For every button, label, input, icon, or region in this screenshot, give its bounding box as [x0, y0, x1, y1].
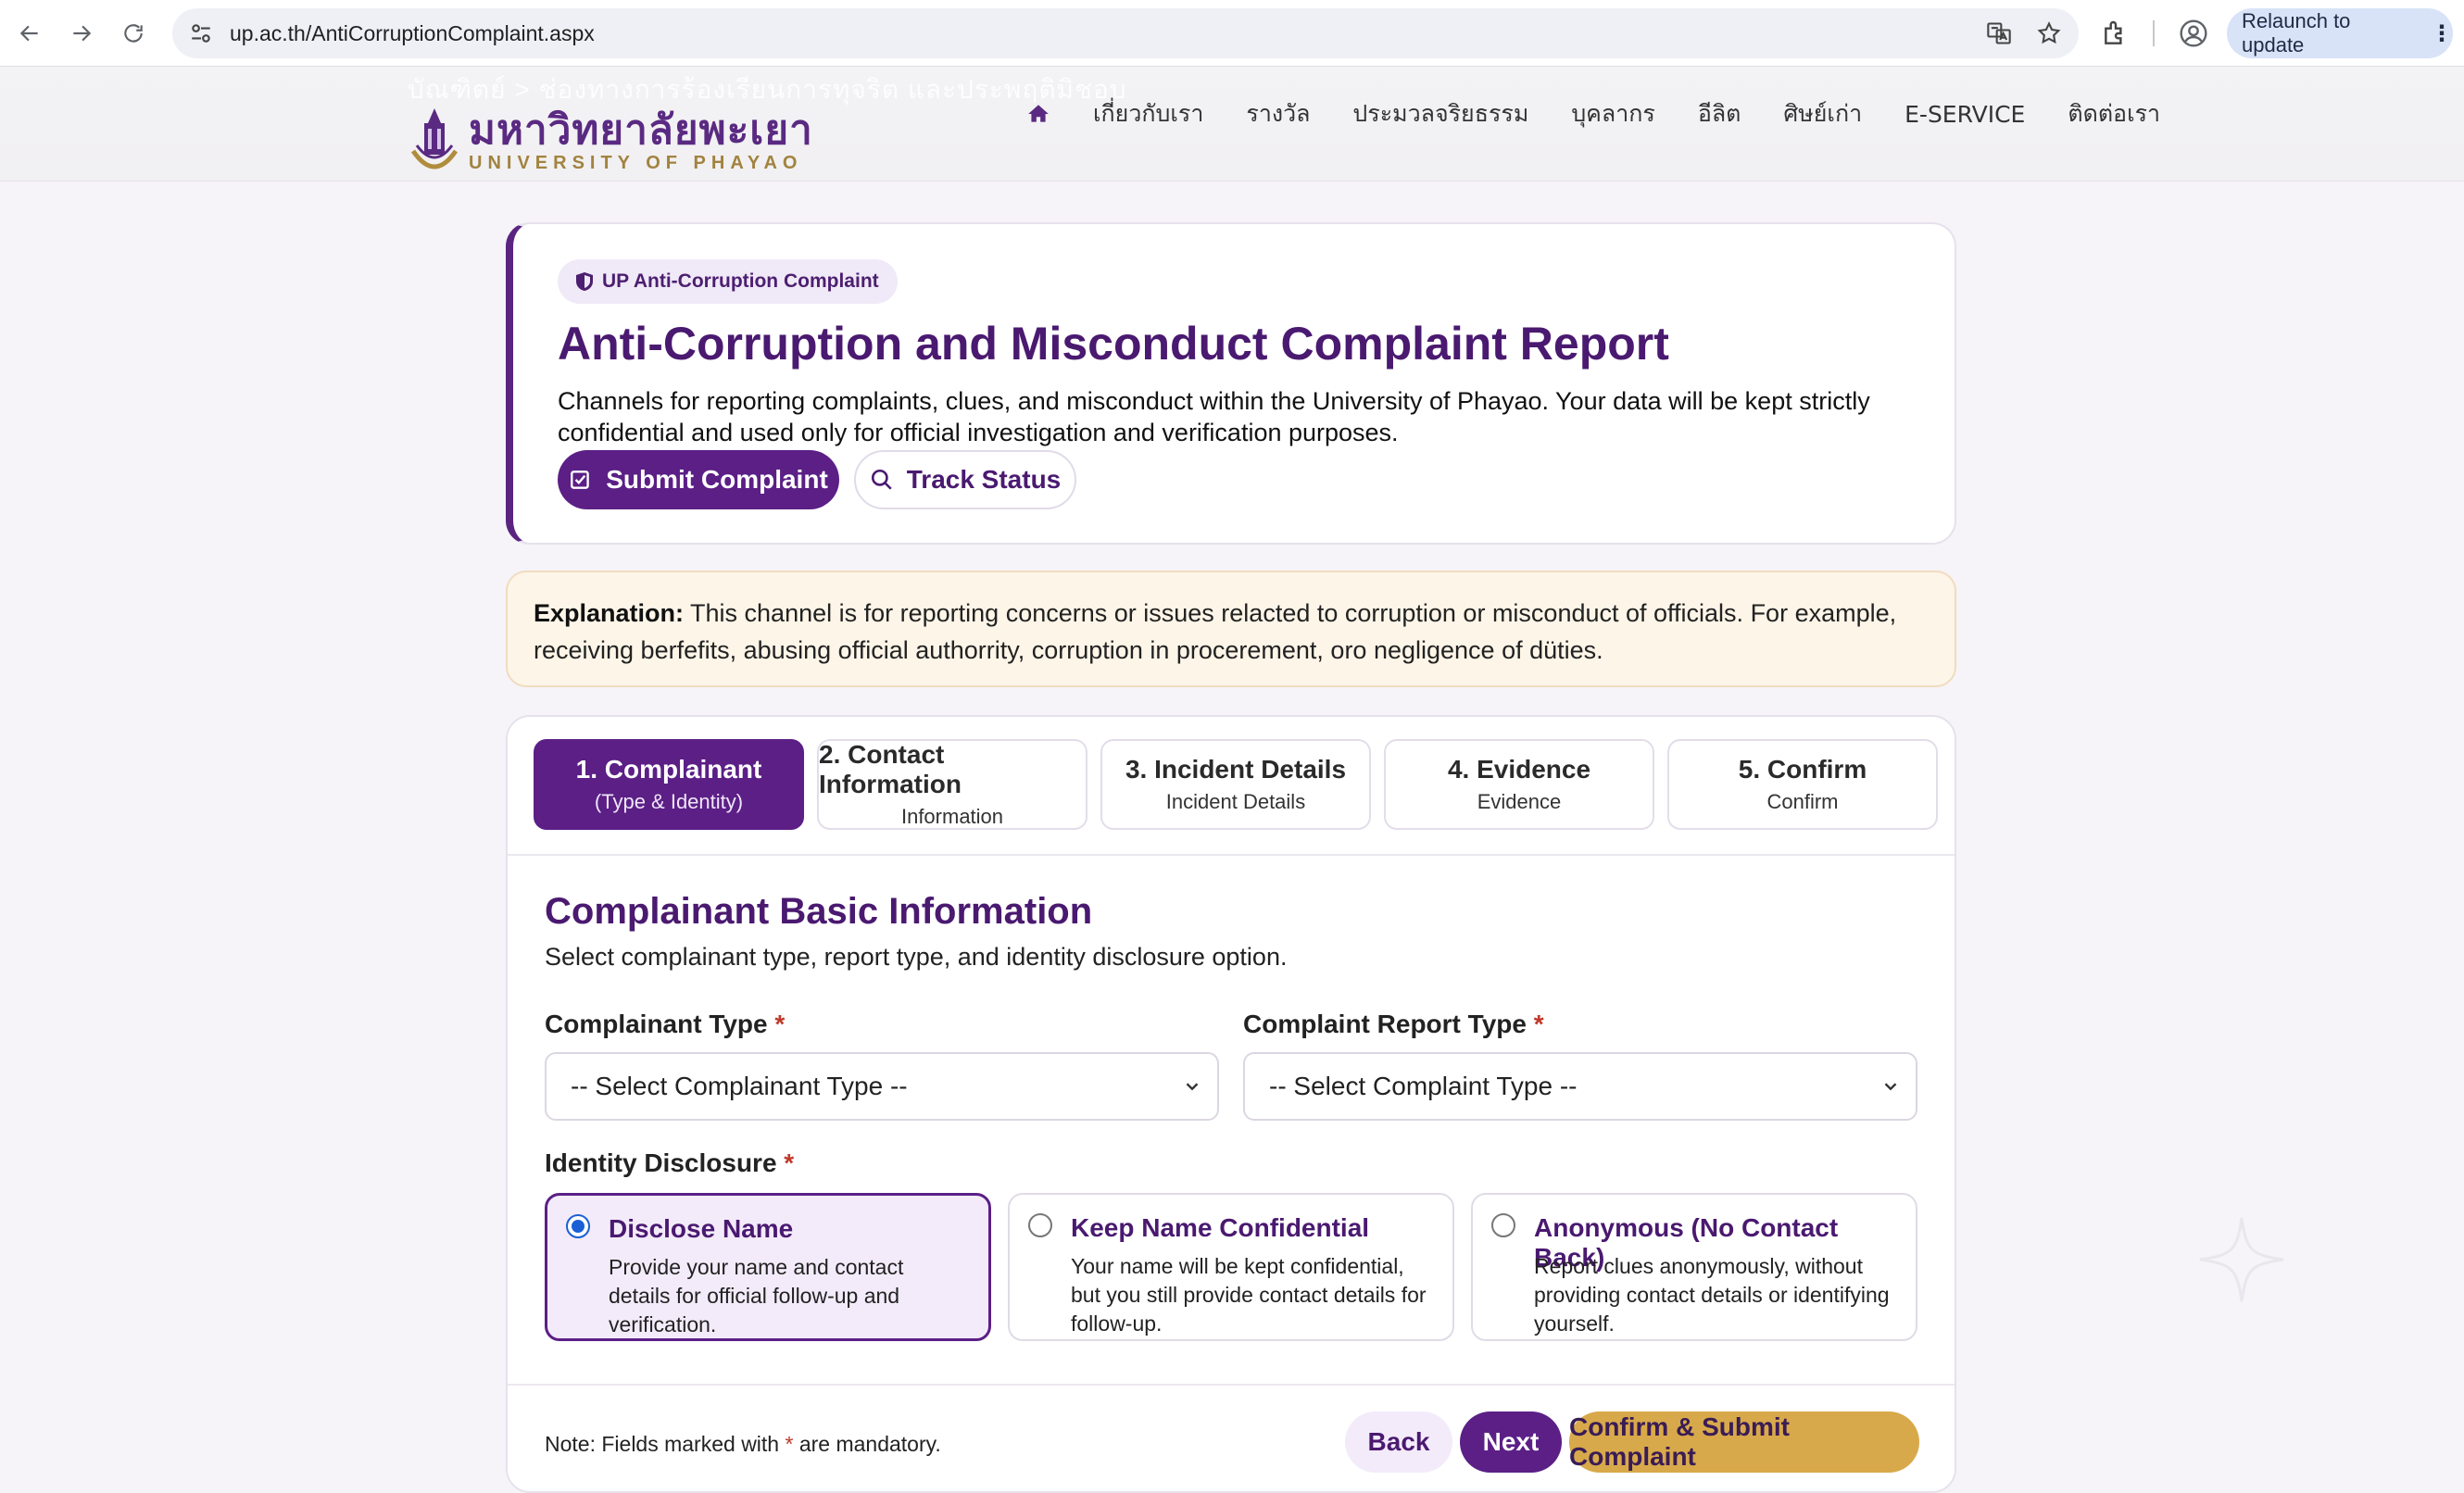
search-icon	[871, 469, 892, 490]
translate-icon[interactable]	[1986, 20, 2012, 46]
tab-evidence[interactable]: 4. Evidence Evidence	[1384, 739, 1654, 830]
university-logo[interactable]: มหาวิทยาลัยพะเยา UNIVERSITY OF PHAYAO	[408, 105, 813, 179]
report-type-label-text: Complaint Report Type	[1243, 1010, 1527, 1038]
logo-thai-text: มหาวิทยาลัยพะเยา	[469, 106, 813, 154]
chevron-down-icon	[1884, 1083, 1897, 1091]
nav-item-personnel[interactable]: บุคลากร	[1571, 95, 1655, 132]
address-bar[interactable]: up.ac.th/AntiCorruptionComplaint.aspx	[172, 8, 2079, 58]
university-emblem-icon	[410, 108, 459, 169]
tab-incident-details[interactable]: 3. Incident Details Incident Details	[1100, 739, 1371, 830]
relaunch-label: Relaunch to update	[2242, 9, 2351, 56]
step-title: 2. Contact Information	[819, 740, 962, 798]
shield-icon	[576, 272, 593, 291]
step-title: 3. Incident Details	[1125, 755, 1347, 784]
edit-checkbox-icon	[571, 470, 589, 489]
radio-disclose-name[interactable]	[566, 1214, 590, 1238]
home-icon[interactable]	[1026, 102, 1050, 126]
mandatory-note: Note: Fields marked with * are mandatory…	[545, 1432, 941, 1457]
complainant-type-select[interactable]: -- Select Complainant Type --	[545, 1052, 1219, 1121]
required-marker: *	[774, 1010, 786, 1038]
track-status-label: Track Status	[906, 465, 1062, 494]
note-suffix: are mandatory.	[793, 1432, 941, 1456]
option-title: Disclose Name	[609, 1214, 794, 1243]
radio-keep-confidential[interactable]	[1028, 1213, 1052, 1237]
required-marker: *	[1533, 1010, 1544, 1038]
submit-complaint-label: Submit Complaint	[606, 465, 828, 494]
page-description: Channels for reporting complaints, clues…	[558, 387, 1870, 446]
site-settings-icon[interactable]	[189, 21, 213, 45]
footer-divider	[508, 1384, 1955, 1386]
chevron-down-icon	[1186, 1083, 1199, 1091]
nav-item-eservice[interactable]: E-SERVICE	[1905, 101, 2025, 128]
report-type-label: Complaint Report Type *	[1243, 1010, 1544, 1039]
next-button[interactable]: Next	[1460, 1411, 1562, 1473]
step-title: 5. Confirm	[1738, 755, 1867, 784]
nav-item-about[interactable]: เกี่ยวกับเรา	[1093, 95, 1203, 132]
option-title: Keep Name Confidential	[1071, 1213, 1370, 1242]
step-subtitle: Confirm	[1766, 790, 1839, 813]
hero-tag: UP Anti-Corruption Complaint	[558, 259, 898, 304]
complaint-form-card: 1. Complainant (Type & Identity) 2. Cont…	[506, 715, 1956, 1493]
option-description: Your name will be kept confidential, but…	[1071, 1254, 1427, 1336]
note-prefix: Note: Fields marked with	[545, 1432, 786, 1456]
section-title: Complainant Basic Information	[545, 891, 1093, 932]
confirm-submit-button[interactable]: Confirm & Submit Complaint	[1569, 1411, 1919, 1473]
complainant-type-value: -- Select Complainant Type --	[571, 1072, 908, 1100]
form-divider	[508, 854, 1955, 856]
browser-toolbar: up.ac.th/AntiCorruptionComplaint.aspx Re…	[0, 0, 2464, 67]
relaunch-button[interactable]: Relaunch to update ⋮	[2227, 8, 2453, 58]
url-text[interactable]: up.ac.th/AntiCorruptionComplaint.aspx	[230, 21, 595, 46]
section-subtitle: Select complainant type, report type, an…	[545, 943, 1288, 971]
identity-option-keep-confidential[interactable]: Keep Name Confidential Your name will be…	[1008, 1193, 1454, 1341]
site-header: บัณฑิตย์ > ช่องทางการร้องเรียนการทุจริต …	[0, 68, 2464, 182]
tab-confirm[interactable]: 5. Confirm Confirm	[1667, 739, 1938, 830]
hero-card: UP Anti-Corruption Complaint Anti-Corrup…	[506, 222, 1956, 545]
nav-item-ethics[interactable]: ประมวลจริยธรรม	[1352, 95, 1528, 132]
required-marker: *	[784, 1148, 795, 1177]
step-subtitle: Evidence	[1477, 790, 1562, 813]
step-subtitle: (Type & Identity)	[594, 790, 744, 813]
nav-item-contact[interactable]: ติดต่อเรา	[2068, 95, 2160, 132]
bookmark-star-icon[interactable]	[2036, 20, 2062, 46]
back-arrow-icon[interactable]	[7, 11, 52, 56]
profile-icon[interactable]	[2179, 19, 2208, 48]
track-status-button[interactable]: Track Status	[854, 450, 1076, 509]
nav-item-awards[interactable]: รางวัล	[1246, 95, 1310, 132]
step-subtitle: Information	[900, 805, 1004, 828]
extensions-icon[interactable]	[2101, 19, 2131, 48]
explanation-box: Explanation: This channel is for reporti…	[506, 571, 1956, 687]
submit-complaint-button[interactable]: Submit Complaint	[558, 450, 839, 509]
step-subtitle: Incident Details	[1165, 790, 1306, 813]
report-type-select[interactable]: -- Select Complaint Type --	[1243, 1052, 1917, 1121]
forward-arrow-icon[interactable]	[59, 11, 104, 56]
main-nav: เกี่ยวกับเรา รางวัล ประมวลจริยธรรม บุคลา…	[1026, 95, 2160, 132]
tab-contact-information[interactable]: 2. Contact Information Information	[817, 739, 1087, 830]
step-title: 1. Complainant	[575, 755, 762, 784]
complainant-type-label: Complainant Type *	[545, 1010, 785, 1039]
identity-disclosure-label-text: Identity Disclosure	[545, 1148, 777, 1177]
more-menu-icon[interactable]: ⋮	[2431, 20, 2453, 47]
back-button[interactable]: Back	[1345, 1411, 1452, 1473]
reload-icon[interactable]	[111, 11, 156, 56]
step-title: 4. Evidence	[1447, 755, 1591, 784]
radio-anonymous[interactable]	[1491, 1213, 1515, 1237]
identity-option-disclose-name[interactable]: Disclose Name Provide your name and cont…	[545, 1193, 991, 1341]
step-tabs: 1. Complainant (Type & Identity) 2. Cont…	[534, 739, 1938, 830]
report-type-value: -- Select Complaint Type --	[1269, 1072, 1578, 1100]
option-description: Report clues anonymously, without provid…	[1534, 1254, 1890, 1336]
explanation-text: This channel is for reporting concerns o…	[534, 599, 1897, 664]
sparkle-icon	[2199, 1217, 2284, 1302]
explanation-label: Explanation:	[534, 599, 685, 627]
option-description: Provide your name and contact details fo…	[609, 1255, 904, 1336]
page-title: Anti-Corruption and Misconduct Complaint…	[558, 318, 1669, 370]
identity-disclosure-label: Identity Disclosure *	[545, 1148, 794, 1178]
identity-option-anonymous[interactable]: Anonymous (No Contact Back) Report clues…	[1471, 1193, 1917, 1341]
hero-tag-label: UP Anti-Corruption Complaint	[602, 270, 879, 292]
toolbar-divider	[2153, 20, 2155, 46]
nav-item-alumni[interactable]: ศิษย์เก่า	[1783, 95, 1862, 132]
complainant-type-label-text: Complainant Type	[545, 1010, 768, 1038]
logo-english-text: UNIVERSITY OF PHAYAO	[469, 152, 803, 173]
tab-complainant[interactable]: 1. Complainant (Type & Identity)	[534, 739, 804, 830]
nav-item-elite[interactable]: อีลิต	[1698, 95, 1741, 132]
